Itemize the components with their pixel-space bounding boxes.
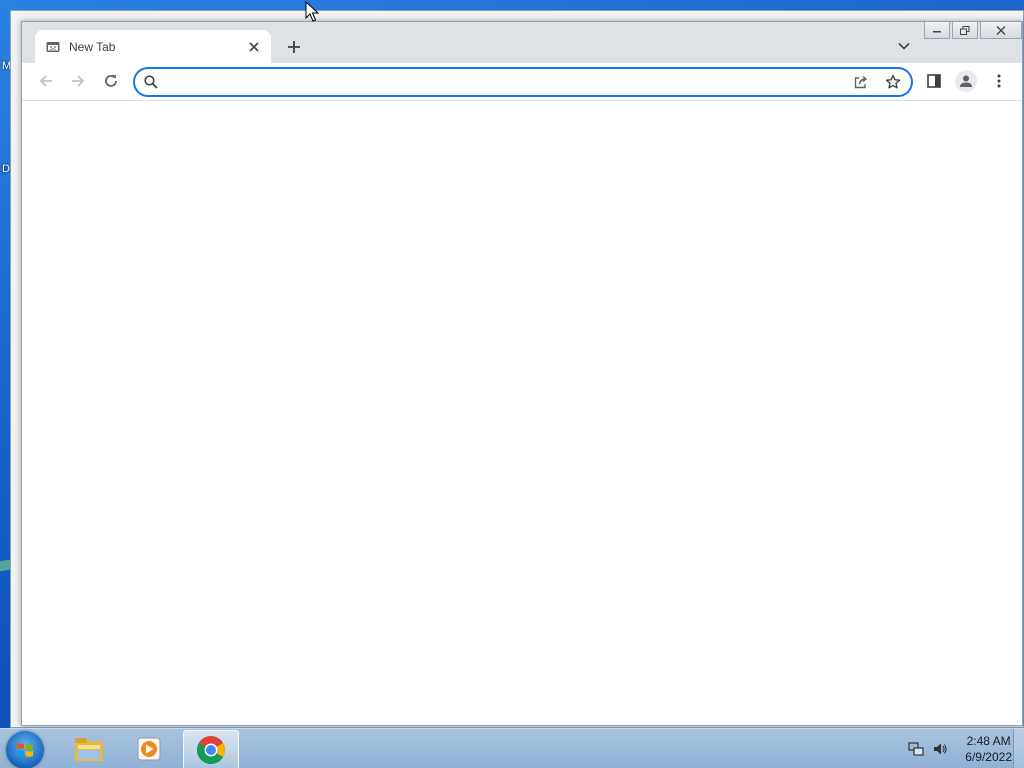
page-content[interactable] — [22, 101, 1022, 725]
reload-button[interactable] — [99, 69, 123, 93]
more-vertical-icon — [997, 74, 1001, 88]
minimize-button[interactable] — [924, 22, 950, 39]
tab-strip: New Tab — [22, 22, 1022, 63]
star-icon — [885, 74, 901, 89]
network-icon[interactable] — [907, 740, 925, 758]
menu-button[interactable] — [987, 69, 1011, 93]
clock[interactable]: 2:48 AM 6/9/2022 — [965, 733, 1012, 765]
minimize-icon — [933, 31, 941, 33]
windows-logo-icon — [17, 743, 33, 757]
arrow-right-icon — [72, 75, 85, 87]
tab-title: New Tab — [69, 39, 116, 54]
address-input[interactable] — [167, 72, 831, 94]
volume-icon[interactable] — [931, 740, 949, 758]
profile-button[interactable] — [954, 69, 978, 93]
close-icon — [996, 25, 1006, 35]
restore-button[interactable] — [952, 22, 978, 39]
search-icon — [144, 75, 158, 89]
taskbar: 2:48 AM 6/9/2022 — [0, 728, 1024, 768]
media-player-icon — [137, 737, 161, 761]
system-tray: 2:48 AM 6/9/2022 — [907, 729, 1012, 768]
arrow-left-icon — [39, 75, 52, 87]
browser-toolbar — [22, 63, 1022, 101]
show-desktop-button[interactable] — [1013, 729, 1024, 768]
taskbar-chrome[interactable] — [183, 730, 239, 768]
share-icon — [854, 75, 868, 89]
mouse-cursor-icon — [305, 1, 319, 22]
start-button[interactable] — [6, 731, 44, 768]
browser-window: New Tab — [21, 21, 1023, 726]
window-controls — [922, 22, 1022, 40]
restore-icon — [960, 25, 970, 35]
plus-icon — [288, 41, 300, 53]
chrome-icon — [197, 736, 225, 764]
avatar — [955, 70, 977, 92]
desktop-icon-label-d[interactable]: D — [2, 163, 10, 175]
taskbar-explorer[interactable] — [62, 730, 116, 768]
address-bar[interactable] — [133, 67, 913, 97]
chevron-down-icon — [898, 42, 910, 50]
side-panel-button[interactable] — [922, 69, 946, 93]
new-tab-button[interactable] — [282, 35, 306, 59]
clock-time: 2:48 AM — [966, 734, 1011, 748]
windows-explorer-icon — [75, 738, 103, 761]
side-panel-icon — [927, 74, 941, 88]
tab-new-tab[interactable]: New Tab — [35, 30, 271, 63]
tab-search-button[interactable] — [894, 36, 914, 56]
clock-date: 6/9/2022 — [965, 750, 1012, 764]
close-window-button[interactable] — [980, 22, 1022, 39]
reload-icon — [105, 74, 117, 87]
share-button[interactable] — [851, 72, 871, 92]
back-button[interactable] — [34, 69, 58, 93]
close-tab-icon[interactable] — [245, 38, 263, 56]
person-icon — [960, 75, 972, 87]
taskbar-media-player[interactable] — [122, 730, 176, 768]
forward-button[interactable] — [66, 69, 90, 93]
new-tab-icon — [46, 41, 60, 53]
bookmark-button[interactable] — [883, 72, 903, 92]
